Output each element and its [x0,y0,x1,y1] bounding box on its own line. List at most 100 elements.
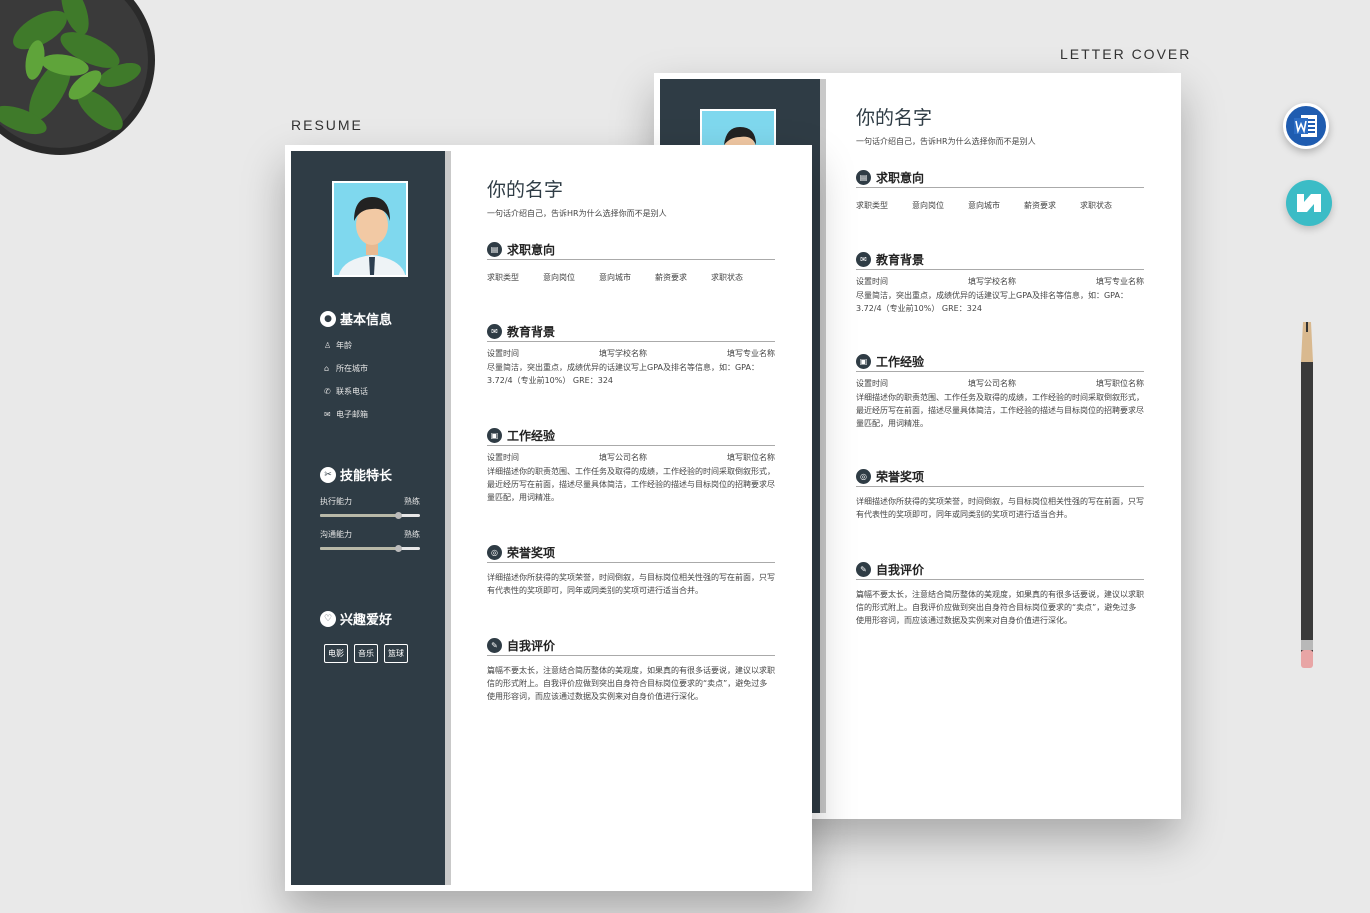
work-icon: ▣ [487,428,502,443]
user-icon: ● [320,310,336,327]
section-title: 求职意向 [876,171,925,185]
field-label: 薪资要求 [655,273,687,282]
col-label: 填写学校名称 [599,349,647,358]
info-item: 年龄 [336,341,352,350]
col-label: 设置时间 [487,453,519,462]
word-icon[interactable] [1283,103,1329,149]
field-label: 意向城市 [599,273,631,282]
skill-bar [320,512,420,519]
work-icon: ▣ [856,354,871,369]
field-label: 求职状态 [711,273,743,282]
edu-text: 尽量简洁，突出重点，成绩优异的话建议写上GPA及排名等信息，如：GPA：3.72… [487,363,759,385]
wps-logo-icon [1297,194,1321,212]
section-title: 教育背景 [507,325,556,339]
field-label: 求职类型 [856,201,888,210]
section-title: 兴趣爱好 [340,613,393,628]
heart-icon: ♡ [320,610,336,627]
self-text: 篇幅不要太长，注意结合简历整体的美观度，如果真的有很多话要说，建议以求职信的形式… [856,590,1144,625]
hobby-tag: 篮球 [384,644,408,663]
skill-knob [395,512,402,519]
intro-text: 一句话介绍自己，告诉HR为什么选择你而不是别人 [487,209,667,218]
field-label: 意向岗位 [543,273,575,282]
col-label: 填写公司名称 [968,379,1016,388]
col-label: 填写专业名称 [1096,277,1144,286]
section-title: 自我评价 [507,639,556,653]
col-label: 设置时间 [856,277,888,286]
section-work: ▣ 工作经验 设置时间 填写公司名称 填写职位名称 详细描述你的职责范围、工作任务… [487,427,775,504]
section-edu: ✉ 教育背景 设置时间 填写学校名称 填写专业名称 尽量简洁，突出重点，成绩优异的… [487,323,775,387]
col-label: 填写职位名称 [1096,379,1144,388]
col-label: 填写专业名称 [727,349,775,358]
basic-info: ● 基本信息 ♙ 年龄 ⌂ 所在城市 ✆ 联系电话 ✉ 电子邮箱 [320,309,392,420]
info-item: 电子邮箱 [336,410,368,419]
skill-name: 执行能力 [320,497,352,506]
section-title: 求职意向 [507,243,556,257]
skill-knob [395,545,402,552]
skill-fill [320,547,398,550]
section-work: ▣ 工作经验 设置时间 填写公司名称 填写职位名称 详细描述你的职责范围、工作任务… [856,353,1144,430]
info-item: 所在城市 [336,364,368,373]
field-label: 意向城市 [968,201,1000,210]
section-title: 工作经验 [876,355,925,369]
page-title: 你的名字 [856,107,933,129]
section-title: 技能特长 [340,469,393,484]
awards-text: 详细描述你所获得的奖项荣誉，时间倒叙，与目标岗位相关性强的写在前面，只写有代表性… [856,497,1144,519]
self-text: 篇幅不要太长，注意结合简历整体的美观度，如果真的有很多话要说，建议以求职信的形式… [487,666,775,701]
resume-main: 你的名字 一句话介绍自己，告诉HR为什么选择你而不是别人 ▤ 求职意向 求职类型 … [487,175,775,703]
avatar-icon [338,197,406,275]
pencil-decoration [1301,322,1313,668]
word-logo-icon [1294,115,1317,137]
cover-main: 你的名字 一句话介绍自己，告诉HR为什么选择你而不是别人 ▤ 求职意向 求职类型 … [856,103,1144,627]
skill-fill [320,514,398,517]
section-intent: ▤ 求职意向 求职类型 意向岗位 意向城市 薪资要求 求职状态 [856,169,1144,211]
briefcase-icon: ▤ [856,170,871,185]
field-label: 薪资要求 [1024,201,1056,210]
graduation-icon: ✉ [487,324,502,339]
wps-icon[interactable] [1286,180,1332,226]
section-title: 自我评价 [876,563,925,577]
phone-icon: ✆ [324,387,331,396]
hobby-tag: 音乐 [354,644,378,663]
section-title: 教育背景 [876,253,925,267]
section-intent: ▤ 求职意向 求职类型 意向岗位 意向城市 薪资要求 求职状态 [487,241,775,283]
hobby-tag: 电影 [324,644,348,663]
col-label: 设置时间 [856,379,888,388]
location-icon: ⌂ [324,364,330,373]
awards-text: 详细描述你所获得的奖项荣誉，时间倒叙，与目标岗位相关性强的写在前面，只写有代表性… [487,573,775,595]
intro-text: 一句话介绍自己，告诉HR为什么选择你而不是别人 [856,137,1036,146]
edu-text: 尽量简洁，突出重点，成绩优异的话建议写上GPA及排名等信息，如：GPA：3.72… [856,291,1128,313]
field-label: 求职状态 [1080,201,1112,210]
work-text: 详细描述你的职责范围、工作任务及取得的成绩，工作经验的时间采取倒叙形式，最近经历… [856,393,1144,428]
section-title: 荣誉奖项 [507,546,556,560]
letter-cover-label: LETTER COVER [1060,46,1192,62]
person-icon: ♙ [324,341,332,350]
skill-bar [320,545,420,552]
skill-item: 沟通能力 熟练 [320,529,420,552]
skill-name: 沟通能力 [320,530,352,539]
section-title: 工作经验 [507,429,556,443]
field-label: 意向岗位 [912,201,944,210]
skill-item: 执行能力 熟练 [320,496,420,519]
section-awards: ◎ 荣誉奖项 详细描述你所获得的奖项荣誉，时间倒叙，与目标岗位相关性强的写在前面，… [487,544,775,597]
resume-sidebar: ● 基本信息 ♙ 年龄 ⌂ 所在城市 ✆ 联系电话 ✉ 电子邮箱 ✂ 技能特长 执行能力 熟练… [291,151,451,885]
section-title: 基本信息 [340,313,393,328]
col-label: 设置时间 [487,349,519,358]
resume-label: RESUME [291,117,363,133]
field-label: 求职类型 [487,273,519,282]
page-title: 你的名字 [487,179,564,201]
work-text: 详细描述你的职责范围、工作任务及取得的成绩，工作经验的时间采取倒叙形式，最近经历… [487,467,775,502]
col-label: 填写公司名称 [599,453,647,462]
col-label: 填写职位名称 [727,453,775,462]
section-edu: ✉ 教育背景 设置时间 填写学校名称 填写专业名称 尽量简洁，突出重点，成绩优异的… [856,251,1144,315]
skill-level: 熟练 [404,497,420,506]
section-title: 荣誉奖项 [876,470,925,484]
hobbies: ♡ 兴趣爱好 电影 音乐 篮球 [320,609,408,663]
avatar [332,181,408,277]
tools-icon: ✂ [320,466,336,483]
section-self: ✎ 自我评价 篇幅不要太长，注意结合简历整体的美观度，如果真的有很多话要说，建议以… [856,561,1144,627]
section-self: ✎ 自我评价 篇幅不要太长，注意结合简历整体的美观度，如果真的有很多话要说，建议以… [487,637,775,703]
edit-icon: ✎ [856,562,871,577]
resume-sheet: ● 基本信息 ♙ 年龄 ⌂ 所在城市 ✆ 联系电话 ✉ 电子邮箱 ✂ 技能特长 执行能力 熟练… [285,145,812,891]
section-awards: ◎ 荣誉奖项 详细描述你所获得的奖项荣誉，时间倒叙，与目标岗位相关性强的写在前面，… [856,468,1144,521]
skills: ✂ 技能特长 执行能力 熟练 沟通能力 熟练 [320,465,420,552]
